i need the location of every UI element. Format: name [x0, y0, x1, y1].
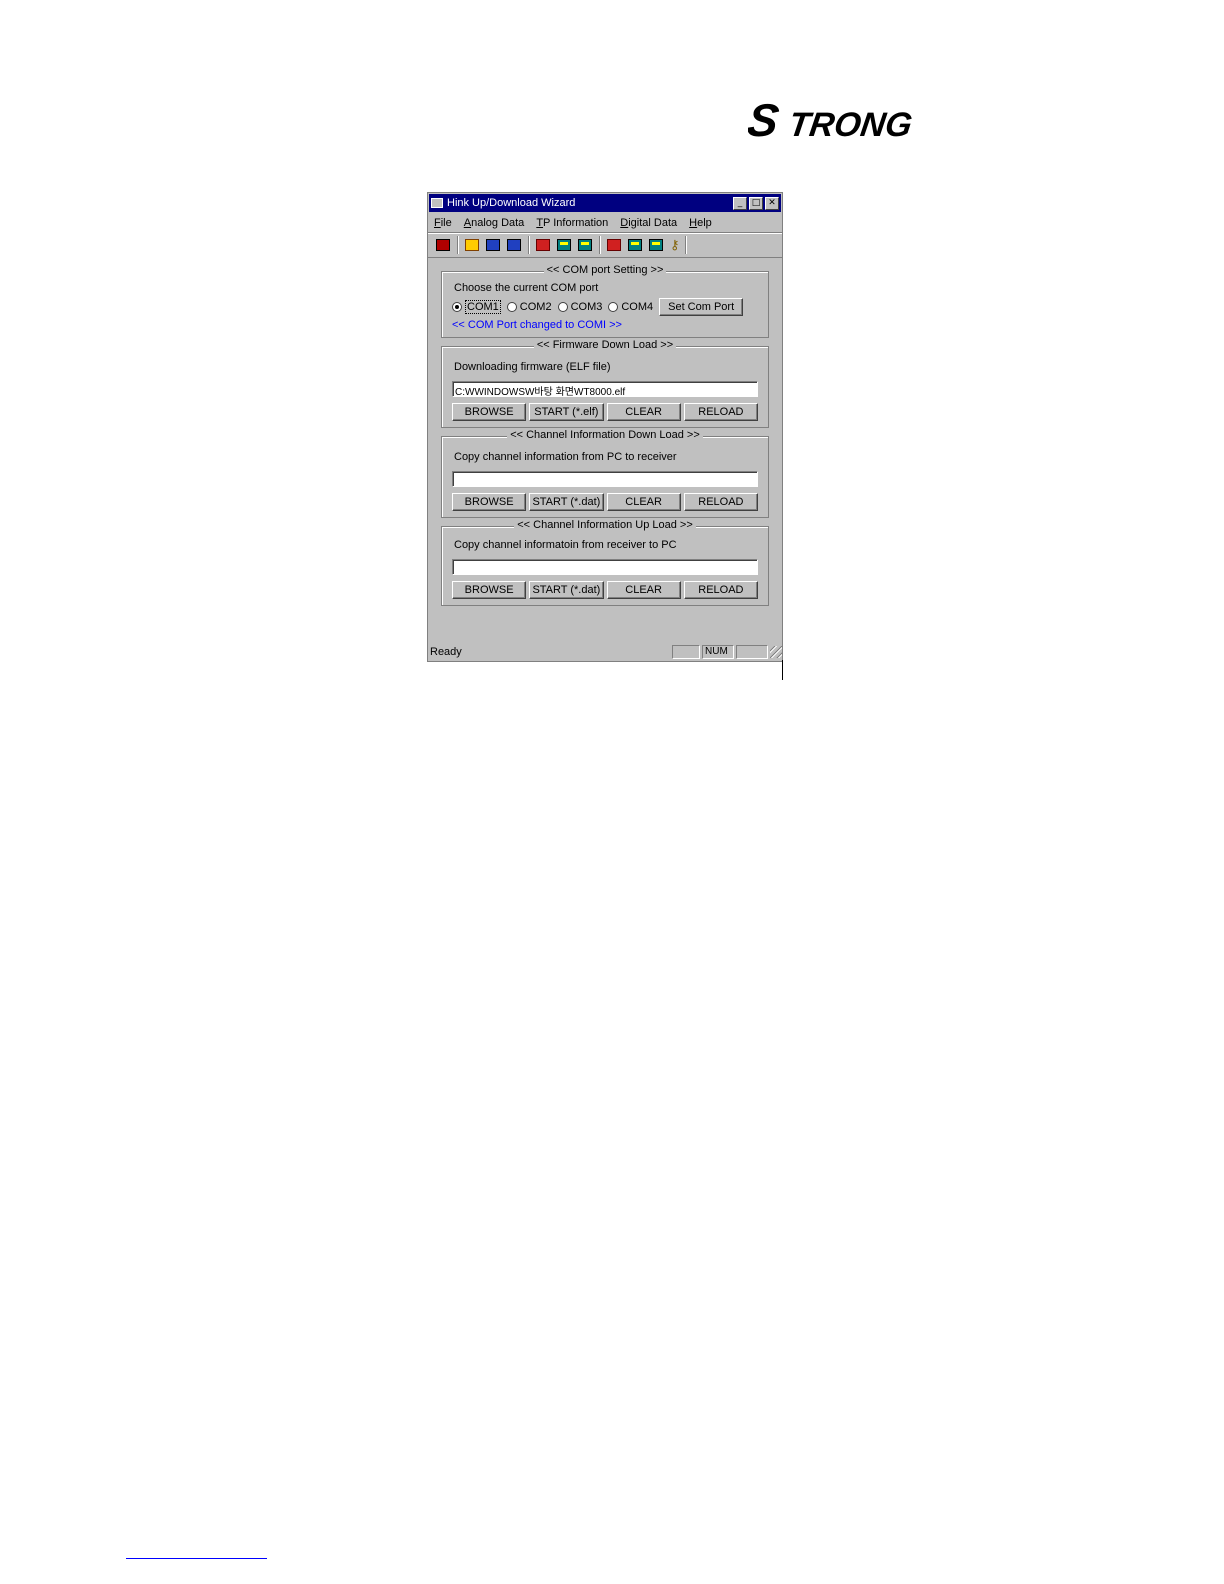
status-pane: [672, 645, 700, 659]
firmware-label: Downloading firmware (ELF file): [454, 361, 611, 373]
firmware-start-button[interactable]: START (*.elf): [529, 403, 604, 421]
channel-download-start-button[interactable]: START (*.dat): [529, 493, 604, 511]
firmware-browse-button[interactable]: BROWSE: [452, 403, 527, 421]
channel-upload-group: << Channel Information Up Load >> Copy c…: [441, 519, 769, 606]
firmware-clear-button[interactable]: CLEAR: [606, 403, 681, 421]
menu-analog-data[interactable]: Analog Data: [464, 217, 525, 229]
channel-upload-path-input[interactable]: [452, 559, 758, 575]
close-button[interactable]: ✕: [765, 196, 779, 210]
channel-download-browse-button[interactable]: BROWSE: [452, 493, 527, 511]
channel-upload-start-button[interactable]: START (*.dat): [529, 581, 604, 599]
svg-text:TRONG: TRONG: [786, 106, 914, 144]
channel-download-path-input[interactable]: [452, 471, 758, 487]
com-port-group: << COM port Setting >> Choose the curren…: [441, 264, 769, 338]
status-text: Ready: [430, 646, 462, 658]
toolbar-separator: [457, 236, 459, 254]
download-icon[interactable]: [486, 239, 500, 251]
radio-dot[interactable]: [452, 302, 462, 312]
firmware-legend: << Firmware Down Load >>: [533, 339, 677, 351]
channel-download-label: Copy channel information from PC to rece…: [454, 451, 677, 463]
footer-rule: [126, 1558, 267, 1559]
monitor-icon[interactable]: [649, 239, 663, 251]
firmware-reload-button[interactable]: RELOAD: [683, 403, 758, 421]
receiver-icon[interactable]: [436, 239, 450, 251]
app-icon: [431, 198, 443, 208]
channel-download-legend: << Channel Information Down Load >>: [507, 429, 703, 441]
toolbar-separator: [528, 236, 530, 254]
channel-upload-reload-button[interactable]: RELOAD: [683, 581, 758, 599]
com-port-label: Choose the current COM port: [454, 282, 599, 294]
svg-text:S: S: [748, 94, 782, 146]
analog-send-icon[interactable]: [536, 239, 550, 251]
channel-upload-legend: << Channel Information Up Load >>: [514, 519, 696, 531]
divider: [782, 660, 783, 680]
open-folder-icon[interactable]: [465, 239, 479, 251]
menu-help[interactable]: Help: [689, 217, 712, 229]
radio-dot[interactable]: [506, 302, 517, 312]
channel-upload-clear-button[interactable]: CLEAR: [606, 581, 681, 599]
toolbar: ⚷: [428, 232, 782, 258]
com-port-legend: << COM port Setting >>: [543, 264, 667, 276]
radio-com2[interactable]: COM2: [506, 301, 552, 313]
firmware-path-input[interactable]: C:WWINDOWSW바탕 화면WT8000.elf: [452, 381, 758, 397]
radio-com4[interactable]: COM4: [608, 301, 653, 313]
monitor-icon[interactable]: [578, 239, 592, 251]
menu-bar: File Analog Data TP Information Digital …: [428, 213, 782, 232]
wizard-window: Hink Up/Download Wizard _ □ ✕ File Analo…: [427, 192, 783, 662]
set-com-port-button[interactable]: Set Com Port: [659, 298, 744, 316]
com-port-status: << COM Port changed to COMI >>: [452, 319, 622, 331]
channel-download-reload-button[interactable]: RELOAD: [683, 493, 758, 511]
num-lock-indicator: NUM: [702, 645, 734, 659]
strong-logo: S TRONG: [748, 90, 980, 148]
channel-download-clear-button[interactable]: CLEAR: [606, 493, 681, 511]
monitor-icon[interactable]: [557, 239, 571, 251]
monitor-icon[interactable]: [628, 239, 642, 251]
resize-grip[interactable]: [770, 646, 782, 658]
key-icon[interactable]: ⚷: [670, 238, 680, 251]
toolbar-separator: [599, 236, 601, 254]
channel-upload-browse-button[interactable]: BROWSE: [452, 581, 527, 599]
upload-icon[interactable]: [507, 239, 521, 251]
menu-file[interactable]: File: [434, 217, 452, 229]
channel-download-group: << Channel Information Down Load >> Copy…: [441, 429, 769, 518]
radio-com1[interactable]: COM1: [452, 300, 501, 314]
client-area: << COM port Setting >> Choose the curren…: [428, 258, 782, 606]
maximize-button[interactable]: □: [749, 196, 763, 210]
status-bar: Ready NUM: [428, 643, 782, 661]
tp-send-icon[interactable]: [607, 239, 621, 251]
window-title: Hink Up/Download Wizard: [447, 197, 576, 209]
menu-digital-data[interactable]: Digital Data: [620, 217, 677, 229]
status-pane: [736, 645, 768, 659]
title-bar[interactable]: Hink Up/Download Wizard _ □ ✕: [429, 194, 781, 212]
menu-tp-information[interactable]: TP Information: [536, 217, 608, 229]
radio-dot[interactable]: [608, 302, 619, 312]
channel-upload-label: Copy channel informatoin from receiver t…: [454, 539, 677, 551]
firmware-group: << Firmware Down Load >> Downloading fir…: [441, 339, 769, 428]
toolbar-separator: [685, 236, 687, 254]
radio-dot[interactable]: [557, 302, 568, 312]
radio-com3[interactable]: COM3: [557, 301, 602, 313]
minimize-button[interactable]: _: [733, 196, 747, 210]
